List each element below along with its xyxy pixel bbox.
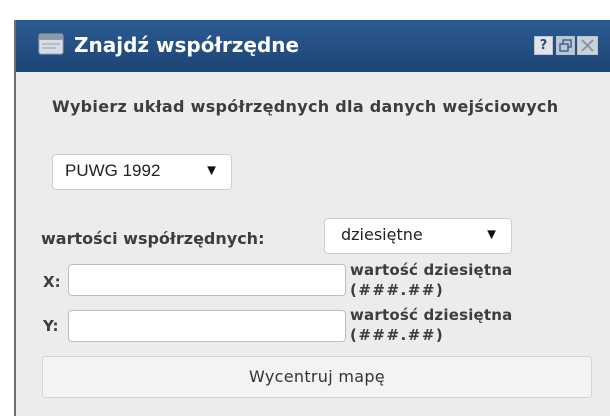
dropdown-arrow-icon: ▼ <box>484 226 499 243</box>
close-button[interactable] <box>577 36 598 55</box>
y-label: Y: <box>43 317 59 335</box>
x-label: X: <box>43 273 61 291</box>
x-hint: wartość dziesiętna (###.##) <box>350 260 610 300</box>
x-hint-line1: wartość dziesiętna <box>350 261 513 279</box>
find-coordinates-dialog: Znajdź współrzędne ? Wybierz układ współ… <box>14 20 610 416</box>
x-hint-line2: (###.##) <box>350 281 445 299</box>
coordinate-values-label: wartości współrzędnych: <box>41 229 265 248</box>
value-format-value: dziesiętne <box>341 225 423 244</box>
dialog-titlebar[interactable]: Znajdź współrzędne ? <box>16 20 610 72</box>
y-hint-line2: (###.##) <box>350 326 445 344</box>
coordinate-system-value: PUWG 1992 <box>65 161 161 180</box>
window-icon <box>38 32 64 56</box>
restore-button[interactable] <box>556 36 575 55</box>
restore-icon <box>559 39 572 52</box>
y-hint: wartość dziesiętna (###.##) <box>350 305 610 345</box>
coordinate-system-select[interactable]: PUWG 1992 ▼ <box>52 154 232 190</box>
x-coordinate-input[interactable] <box>68 264 346 296</box>
value-format-select[interactable]: dziesiętne ▼ <box>324 218 512 254</box>
dropdown-arrow-icon: ▼ <box>204 162 219 179</box>
center-map-button[interactable]: Wycentruj mapę <box>42 356 592 398</box>
help-button[interactable]: ? <box>534 36 553 55</box>
coordinate-system-heading: Wybierz układ współrzędnych dla danych w… <box>52 97 559 116</box>
close-icon <box>581 39 594 52</box>
y-hint-line1: wartość dziesiętna <box>350 306 513 324</box>
dialog-title: Znajdź współrzędne <box>74 33 300 57</box>
y-coordinate-input[interactable] <box>68 310 346 342</box>
